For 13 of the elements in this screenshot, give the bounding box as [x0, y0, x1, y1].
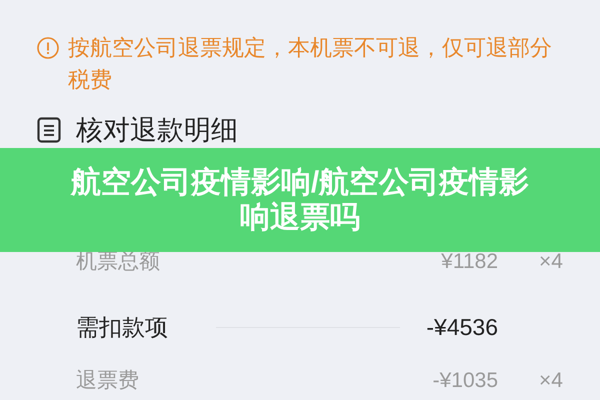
- banner-title: 航空公司疫情影响/航空公司疫情影响退票吗: [70, 165, 530, 235]
- row-label: 需扣款项: [76, 312, 169, 342]
- clipboard-icon: [37, 117, 61, 143]
- refund-notice: 按航空公司退票规定，本机票不可退，仅可退部分税费: [68, 34, 553, 94]
- row-amount: -¥1035: [432, 368, 498, 394]
- section-title: 核对退款明细: [76, 114, 238, 147]
- row-amount: ¥1182: [441, 249, 498, 276]
- warning-icon: [37, 37, 59, 59]
- row-amount: -¥4536: [426, 312, 498, 342]
- row-label: 退票费: [76, 368, 140, 394]
- row-quantity: ×4: [539, 369, 563, 392]
- row-quantity: ×4: [539, 250, 563, 274]
- row-label: 机票总额: [76, 249, 161, 276]
